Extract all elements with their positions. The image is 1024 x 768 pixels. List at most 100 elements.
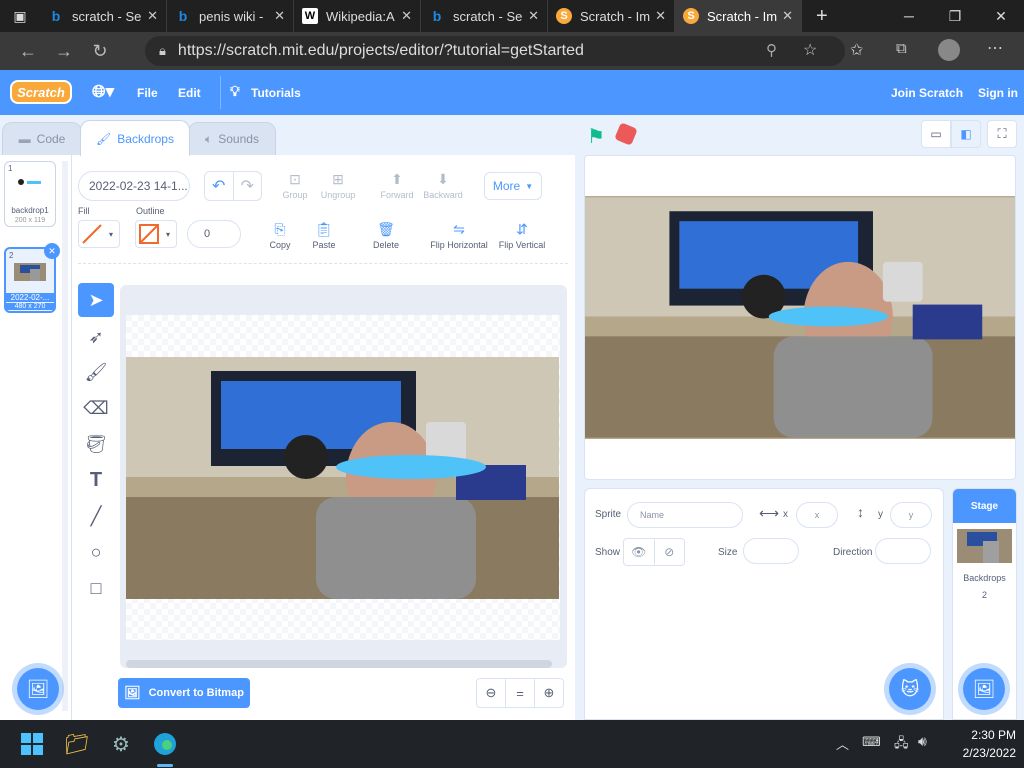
restore-button[interactable]: ❐ — [932, 0, 978, 32]
close-window-button[interactable]: ✕ — [978, 0, 1024, 32]
brush-tool[interactable]: 🖌︎ — [78, 355, 114, 389]
outline-width-input[interactable]: 0 — [187, 220, 241, 248]
network-icon[interactable]: 🖧︎ — [894, 734, 909, 756]
ungroup-button[interactable]: ⊞ Ungroup — [320, 171, 356, 200]
close-icon[interactable]: ✕ — [528, 8, 539, 24]
volume-icon[interactable]: 🔊︎ — [918, 733, 927, 750]
new-tab-button[interactable]: + — [802, 5, 842, 28]
zoom-out-icon[interactable]: ⊖ — [477, 679, 506, 707]
stage[interactable] — [584, 155, 1016, 480]
keyboard-icon[interactable]: ⌨ — [862, 734, 881, 750]
choose-sprite-button[interactable]: 🐱︎ — [889, 668, 931, 710]
undo-icon[interactable]: ↶ — [205, 172, 234, 200]
no-color-swatch-icon — [139, 224, 159, 244]
show-label: Show — [595, 547, 621, 558]
tab-code[interactable]: ▬ Code — [2, 122, 82, 156]
paste-button[interactable]: 📋︎ Paste — [308, 221, 340, 250]
flip-horizontal-button[interactable]: ⇋ Flip Horizontal — [426, 221, 492, 250]
choose-backdrop-button[interactable]: 🖼︎ — [17, 668, 59, 710]
eraser-tool[interactable]: ⌫ — [78, 391, 114, 425]
browser-tab-4[interactable]: b scratch - Se ✕ — [421, 0, 548, 32]
scratch-logo[interactable]: Scratch — [10, 80, 72, 104]
fullscreen-icon[interactable]: ⛶ — [987, 120, 1017, 148]
browser-tab-3[interactable]: W Wikipedia:A ✕ — [294, 0, 421, 32]
refresh-icon[interactable]: ↻ — [82, 35, 118, 67]
direction-input[interactable] — [875, 538, 931, 564]
tutorials-menu[interactable]: Tutorials — [251, 86, 301, 100]
convert-to-bitmap-button[interactable]: 🖼︎ Convert to Bitmap — [118, 678, 250, 708]
file-menu[interactable]: File — [137, 86, 158, 100]
fill-tool[interactable]: 🪣︎ — [78, 427, 114, 461]
more-button[interactable]: More ▼ — [484, 172, 542, 200]
small-stage-icon[interactable]: ▭ — [921, 120, 951, 148]
tab-backdrops[interactable]: 🖌︎ Backdrops — [80, 120, 190, 156]
costume-name-input[interactable]: 2022-02-23 14-1... — [78, 171, 190, 201]
flip-vertical-button[interactable]: ⇵ Flip Vertical — [496, 221, 548, 250]
circle-tool[interactable]: ○ — [78, 535, 114, 569]
outline-color-picker[interactable]: ▾ — [135, 220, 177, 248]
browser-tab-6[interactable]: S Scratch - Im ✕ — [675, 0, 802, 32]
favorites-icon[interactable]: ✩ — [850, 40, 863, 60]
redo-icon[interactable]: ↷ — [234, 172, 262, 200]
edit-menu[interactable]: Edit — [178, 86, 201, 100]
backdrop-image[interactable] — [126, 357, 559, 599]
green-flag-icon[interactable]: ⚑ — [587, 124, 605, 149]
globe-icon[interactable]: 🌐︎▾ — [92, 82, 114, 102]
tab-actions-icon[interactable]: ▣ — [0, 0, 40, 32]
delete-backdrop-icon[interactable]: ✕ — [44, 243, 60, 259]
backdrop-item-1[interactable]: 1 backdrop1 200 x 119 — [4, 161, 56, 227]
delete-button[interactable]: 🗑︎ Delete — [370, 221, 402, 250]
rectangle-tool[interactable]: □ — [78, 571, 114, 605]
tab-sounds[interactable]: 🔈︎ Sounds — [188, 122, 276, 156]
collections-icon[interactable]: ⧉ — [896, 40, 907, 57]
zoom-in-icon[interactable]: ⊕ — [535, 679, 563, 707]
x-input[interactable]: x — [796, 502, 838, 528]
select-tool[interactable]: ➤ — [78, 283, 114, 317]
close-icon[interactable]: ✕ — [401, 8, 412, 24]
eye-icon[interactable]: 👁︎ — [624, 539, 655, 565]
start-button[interactable] — [18, 730, 46, 758]
forward-arrow-icon[interactable]: → — [46, 35, 82, 67]
line-tool[interactable]: ╱ — [78, 499, 114, 533]
back-arrow-icon[interactable]: ← — [10, 35, 46, 67]
fill-color-picker[interactable]: ▾ — [78, 220, 120, 248]
choose-stage-backdrop-button[interactable]: 🖼︎ — [963, 668, 1005, 710]
clock[interactable]: 2:30 PM 2/23/2022 — [946, 728, 1016, 760]
file-explorer-icon[interactable]: 📁︎ — [63, 730, 91, 758]
backdrop-list-scrollbar[interactable] — [62, 161, 68, 711]
size-input[interactable] — [743, 538, 799, 564]
close-icon[interactable]: ✕ — [782, 8, 793, 24]
eye-hidden-icon[interactable]: ⊘ — [655, 539, 685, 565]
profile-avatar[interactable] — [938, 39, 960, 61]
copy-button[interactable]: ⎘ Copy — [264, 221, 296, 250]
edge-browser-icon[interactable] — [151, 730, 179, 758]
minimize-button[interactable]: ─ — [886, 0, 932, 32]
zoom-reset-button[interactable]: = — [506, 679, 535, 707]
chevron-up-icon[interactable]: ︿ — [836, 734, 849, 753]
stop-icon[interactable] — [614, 122, 638, 146]
settings-gear-icon[interactable]: ⚙ — [107, 730, 135, 758]
y-input[interactable]: y — [890, 502, 932, 528]
reshape-tool[interactable]: ➶ — [78, 320, 114, 354]
close-icon[interactable]: ✕ — [147, 8, 158, 24]
sign-in-link[interactable]: Sign in — [978, 86, 1018, 100]
backward-button[interactable]: ⬇︎ Backward — [422, 171, 464, 200]
more-menu-icon[interactable]: ⋯ — [987, 38, 1003, 58]
browser-tab-1[interactable]: b scratch - Se ✕ — [40, 0, 167, 32]
close-icon[interactable]: ✕ — [655, 8, 666, 24]
group-button[interactable]: ⊡ Group — [280, 171, 310, 200]
backdrop-item-2[interactable]: 2 ✕ 2022-02-... 480 x 270 — [4, 243, 60, 313]
zoom-icon[interactable]: ⚲ — [766, 41, 777, 59]
canvas-scrollbar[interactable] — [126, 660, 552, 668]
add-favorite-icon[interactable]: ☆ — [803, 40, 817, 60]
normal-stage-icon[interactable]: ◧ — [951, 120, 981, 148]
sprite-name-input[interactable]: Name — [627, 502, 743, 528]
text-tool[interactable]: T — [78, 463, 114, 497]
url-field[interactable]: 🔒︎ https://scratch.mit.edu/projects/edit… — [145, 36, 845, 66]
join-scratch-link[interactable]: Join Scratch — [891, 86, 963, 100]
browser-tab-2[interactable]: b penis wiki - ✕ — [167, 0, 294, 32]
browser-tab-5[interactable]: S Scratch - Im ✕ — [548, 0, 675, 32]
forward-button[interactable]: ⬆︎ Forward — [378, 171, 416, 200]
circle-icon: ○ — [90, 541, 102, 562]
close-icon[interactable]: ✕ — [274, 8, 285, 24]
